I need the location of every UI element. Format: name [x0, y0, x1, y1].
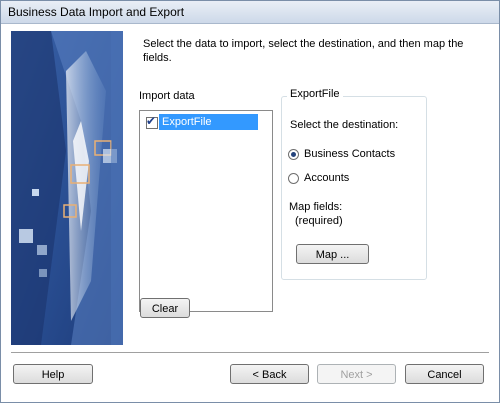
radio-label: Business Contacts — [304, 148, 396, 160]
dialog-window: Business Data Import and Export Select t… — [0, 0, 500, 403]
destination-label: Select the destination: — [290, 119, 399, 131]
radio-button[interactable] — [288, 149, 299, 160]
map-fields-status: (required) — [295, 215, 343, 227]
dialog-content: Select the data to import, select the de… — [1, 24, 499, 402]
divider — [11, 352, 489, 354]
title-bar[interactable]: Business Data Import and Export — [1, 1, 499, 24]
next-button[interactable]: Next > — [317, 364, 396, 384]
radio-selected-dot — [291, 152, 296, 157]
help-button[interactable]: Help — [13, 364, 93, 384]
wizard-banner-image — [11, 31, 123, 345]
import-item-label: ExportFile — [159, 114, 258, 130]
radio-button[interactable] — [288, 173, 299, 184]
window-title: Business Data Import and Export — [8, 5, 185, 19]
groupbox-title: ExportFile — [287, 88, 343, 100]
import-data-list[interactable]: ✔ ExportFile — [139, 110, 273, 312]
back-button[interactable]: < Back — [230, 364, 309, 384]
map-button[interactable]: Map ... — [296, 244, 369, 264]
map-fields-label: Map fields: — [289, 201, 343, 213]
radio-label: Accounts — [304, 172, 350, 184]
import-data-label: Import data — [139, 90, 195, 102]
cancel-button[interactable]: Cancel — [405, 364, 484, 384]
instructions-text: Select the data to import, select the de… — [143, 38, 464, 64]
list-item[interactable]: ✔ ExportFile — [143, 114, 263, 130]
checkmark-icon: ✔ — [146, 114, 157, 128]
clear-button[interactable]: Clear — [140, 298, 190, 318]
import-item-checkbox[interactable]: ✔ — [146, 114, 158, 129]
